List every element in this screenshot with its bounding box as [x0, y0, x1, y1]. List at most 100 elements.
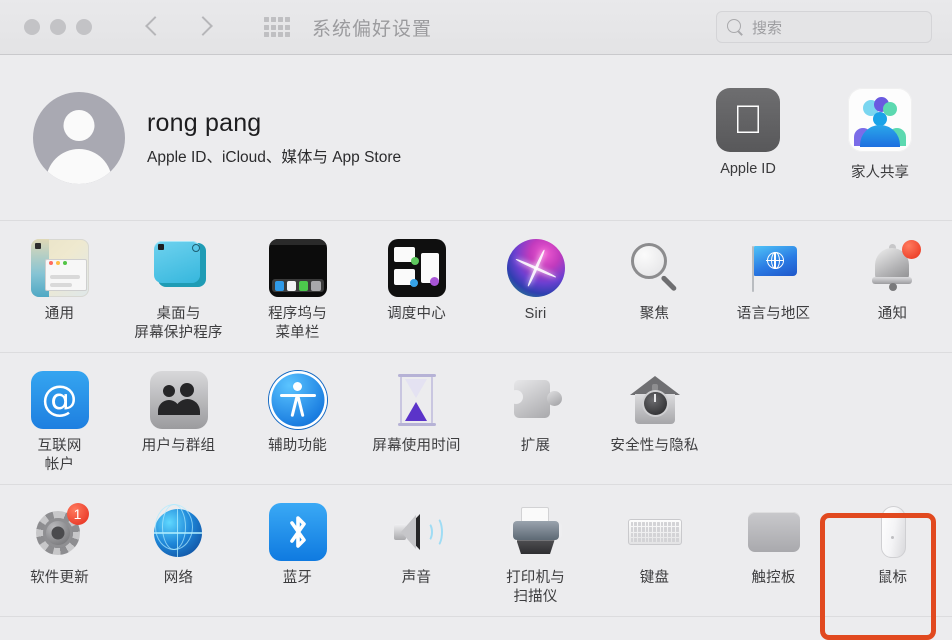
siri-icon — [506, 239, 565, 297]
preferences-row: 通用 桌面与 屏幕保护程序 程序坞与 菜单栏 调度中心 Siri 聚焦 语言与地… — [0, 235, 952, 342]
preferences-section-accounts: @ 互联网 帐户 用户与群组 辅助功能 屏幕使用时间 扩展 安全性与隐私 — [0, 353, 952, 486]
preferences-section-hardware: 1 软件更新 网络 蓝牙 声音 打印机与 扫描仪 键盘 触控板 鼠标 — [0, 485, 952, 618]
account-subtitle: Apple ID、iCloud、媒体与 App Store — [147, 148, 402, 166]
pref-item-extensions[interactable]: 扩展 — [476, 367, 595, 474]
search-placeholder: 搜索 — [752, 19, 783, 37]
network-icon — [150, 503, 208, 561]
pref-item-siri[interactable]: Siri — [476, 235, 595, 342]
preferences-row: 1 软件更新 网络 蓝牙 声音 打印机与 扫描仪 键盘 触控板 鼠标 — [0, 499, 952, 606]
family-sharing-tile[interactable]: 家人共享 — [834, 88, 926, 182]
internet-accounts-icon: @ — [30, 371, 89, 430]
back-chevron-icon[interactable] — [142, 16, 164, 38]
pref-label: 软件更新 — [30, 570, 89, 587]
pref-item-internet-accounts[interactable]: @ 互联网 帐户 — [0, 367, 119, 474]
pref-item-mouse[interactable]: 鼠标 — [833, 499, 952, 606]
pref-item-mission-control[interactable]: 调度中心 — [357, 235, 476, 342]
family-sharing-icon — [848, 88, 912, 152]
pref-item-screen-time[interactable]: 屏幕使用时间 — [357, 367, 476, 474]
pref-label: 调度中心 — [387, 306, 446, 322]
mouse-icon — [864, 503, 922, 561]
pref-item-notifications[interactable]: 通知 — [833, 235, 952, 342]
accessibility-icon — [268, 371, 327, 430]
pref-item-keyboard[interactable]: 键盘 — [595, 499, 714, 606]
keyboard-icon — [626, 503, 684, 561]
pref-item-desktop-screensaver[interactable]: 桌面与 屏幕保护程序 — [119, 235, 238, 342]
dock-menubar-icon — [268, 239, 327, 297]
pref-label: 聚焦 — [639, 306, 670, 322]
mission-control-icon — [387, 239, 446, 297]
users-groups-icon — [149, 371, 208, 430]
pref-label: 程序坞与 菜单栏 — [268, 306, 327, 341]
pref-label: 通知 — [877, 306, 908, 322]
window-title: 系统偏好设置 — [312, 18, 433, 40]
language-region-icon — [745, 239, 803, 297]
bluetooth-icon — [268, 503, 327, 562]
sound-icon — [388, 503, 446, 561]
apple-id-banner[interactable]: rong pang Apple ID、iCloud、媒体与 App Store … — [0, 55, 952, 221]
search-icon — [727, 18, 744, 36]
user-avatar-icon — [33, 91, 125, 184]
notifications-icon — [864, 239, 922, 297]
extensions-icon — [507, 371, 565, 429]
pref-item-bluetooth[interactable]: 蓝牙 — [238, 499, 357, 606]
apple-logo-icon:  — [716, 88, 780, 152]
pref-label: Siri — [524, 306, 547, 322]
account-tiles:  Apple ID 家人共享 — [702, 88, 926, 182]
pref-item-software-update[interactable]: 1 软件更新 — [0, 499, 119, 606]
pref-label: 键盘 — [639, 570, 670, 587]
pref-item-trackpad[interactable]: 触控板 — [714, 499, 833, 606]
pref-label: 桌面与 屏幕保护程序 — [134, 306, 223, 341]
pref-label: 辅助功能 — [268, 438, 327, 455]
pref-item-dock-menubar[interactable]: 程序坞与 菜单栏 — [238, 235, 357, 342]
search-field[interactable]: 搜索 — [716, 11, 932, 43]
apple-id-label: Apple ID — [720, 161, 776, 177]
pref-label: 屏幕使用时间 — [372, 438, 461, 455]
account-text: rong pang Apple ID、iCloud、媒体与 App Store — [147, 109, 401, 167]
update-badge-count: 1 — [66, 503, 89, 526]
pref-label: 网络 — [163, 570, 194, 587]
general-icon — [30, 239, 89, 297]
system-preferences-window: 系统偏好设置 搜索 rong pang Apple ID、iCloud、媒体与 … — [0, 0, 952, 640]
family-sharing-label: 家人共享 — [851, 165, 909, 181]
pref-item-security-privacy[interactable]: 安全性与隐私 — [595, 367, 714, 474]
printers-scanners-icon — [507, 503, 565, 561]
minimize-button[interactable] — [50, 19, 66, 35]
preferences-row: @ 互联网 帐户 用户与群组 辅助功能 屏幕使用时间 扩展 安全性与隐私 — [0, 367, 952, 474]
navigation-buttons — [142, 16, 216, 38]
window-titlebar: 系统偏好设置 搜索 — [0, 0, 952, 55]
screen-time-icon — [388, 371, 446, 429]
close-button[interactable] — [24, 19, 40, 35]
pref-label: 鼠标 — [877, 570, 908, 587]
apple-id-tile[interactable]:  Apple ID — [702, 88, 794, 182]
pref-label: 用户与群组 — [141, 438, 216, 455]
pref-item-users-groups[interactable]: 用户与群组 — [119, 367, 238, 474]
pref-label: 蓝牙 — [282, 570, 313, 587]
pref-label: 语言与地区 — [736, 306, 811, 322]
software-update-icon: 1 — [31, 503, 89, 561]
pref-label: 打印机与 扫描仪 — [506, 570, 565, 605]
account-name: rong pang — [147, 108, 262, 137]
pref-label: 互联网 帐户 — [37, 438, 82, 473]
preferences-section-personal: 通用 桌面与 屏幕保护程序 程序坞与 菜单栏 调度中心 Siri 聚焦 语言与地… — [0, 221, 952, 354]
desktop-screensaver-icon — [150, 239, 208, 297]
pref-item-general[interactable]: 通用 — [0, 235, 119, 342]
show-all-grid-icon[interactable] — [264, 17, 290, 37]
traffic-lights — [24, 19, 92, 35]
security-privacy-icon — [626, 371, 684, 429]
pref-item-printers-scanners[interactable]: 打印机与 扫描仪 — [476, 499, 595, 606]
zoom-button[interactable] — [76, 19, 92, 35]
pref-item-language-region[interactable]: 语言与地区 — [714, 235, 833, 342]
spotlight-icon — [626, 239, 684, 297]
pref-item-sound[interactable]: 声音 — [357, 499, 476, 606]
pref-label: 通用 — [44, 306, 75, 322]
forward-chevron-icon[interactable] — [194, 16, 216, 38]
pref-label: 触控板 — [751, 570, 796, 587]
pref-label: 扩展 — [520, 438, 551, 455]
pref-item-network[interactable]: 网络 — [119, 499, 238, 606]
trackpad-icon — [745, 503, 803, 561]
pref-item-spotlight[interactable]: 聚焦 — [595, 235, 714, 342]
pref-label: 声音 — [401, 570, 432, 587]
notification-badge-dot — [901, 240, 921, 259]
pref-label: 安全性与隐私 — [610, 438, 699, 455]
pref-item-accessibility[interactable]: 辅助功能 — [238, 367, 357, 474]
